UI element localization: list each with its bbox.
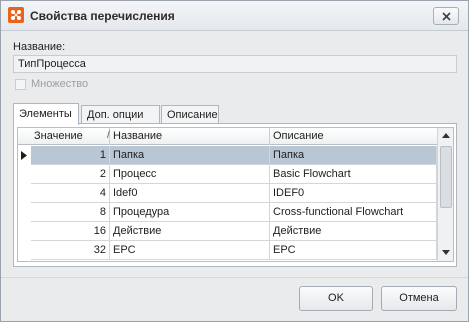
cell-value[interactable]: 8 xyxy=(31,203,110,222)
cell-description[interactable]: EPC xyxy=(270,241,437,260)
table-row[interactable]: 32 EPC EPC xyxy=(18,241,437,260)
window-title: Свойства перечисления xyxy=(30,9,175,23)
scroll-up-button[interactable] xyxy=(438,128,454,144)
cell-value[interactable]: 2 xyxy=(31,165,110,184)
title-bar: Свойства перечисления xyxy=(1,1,468,31)
settings-dots-icon xyxy=(8,7,24,23)
tab-elements[interactable]: Элементы xyxy=(13,103,79,125)
cell-name[interactable]: Процесс xyxy=(110,165,270,184)
column-header-value-label: Значение xyxy=(34,130,83,142)
cell-name[interactable]: Действие xyxy=(110,222,270,241)
scroll-thumb[interactable] xyxy=(440,146,452,208)
cell-description[interactable]: Папка xyxy=(270,146,437,165)
table-row[interactable]: 16 Действие Действие xyxy=(18,222,437,241)
cell-name[interactable]: Процедура xyxy=(110,203,270,222)
cell-value[interactable]: 32 xyxy=(31,241,110,260)
cell-description[interactable]: Действие xyxy=(270,222,437,241)
cell-name[interactable]: EPC xyxy=(110,241,270,260)
row-indicator xyxy=(18,241,31,260)
current-row-arrow-icon xyxy=(21,151,27,160)
cell-name[interactable]: Idef0 xyxy=(110,184,270,203)
scroll-down-button[interactable] xyxy=(438,245,454,261)
cell-value[interactable]: 1 xyxy=(31,146,110,165)
ok-button[interactable]: OK xyxy=(299,286,373,311)
name-label: Название: xyxy=(13,41,66,53)
grid-header: Значение / Название Описание xyxy=(18,128,437,145)
arrow-up-icon xyxy=(442,133,450,138)
elements-grid: Значение / Название Описание 1 Папка Пап… xyxy=(17,127,454,262)
footer-divider xyxy=(1,277,468,278)
column-header-name[interactable]: Название xyxy=(110,128,270,145)
cell-value[interactable]: 4 xyxy=(31,184,110,203)
close-icon xyxy=(442,12,451,21)
row-indicator xyxy=(18,203,31,222)
arrow-down-icon xyxy=(442,250,450,255)
tab-extra-options[interactable]: Доп. опции xyxy=(81,105,160,124)
tab-description[interactable]: Описание xyxy=(161,105,219,124)
table-row[interactable]: 2 Процесс Basic Flowchart xyxy=(18,165,437,184)
table-row[interactable]: 4 Idef0 IDEF0 xyxy=(18,184,437,203)
enum-properties-dialog: Свойства перечисления Название: ТипПроце… xyxy=(0,0,469,322)
cell-description[interactable]: Cross-functional Flowchart xyxy=(270,203,437,222)
close-button[interactable] xyxy=(433,7,459,25)
multiset-checkbox[interactable] xyxy=(15,79,26,90)
table-row[interactable]: 1 Папка Папка xyxy=(18,146,437,165)
row-indicator xyxy=(18,165,31,184)
row-indicator xyxy=(18,146,31,165)
cell-description[interactable]: IDEF0 xyxy=(270,184,437,203)
vertical-scrollbar[interactable] xyxy=(437,128,453,261)
cell-name[interactable]: Папка xyxy=(110,146,270,165)
table-row[interactable]: 8 Процедура Cross-functional Flowchart xyxy=(18,203,437,222)
column-header-description[interactable]: Описание xyxy=(270,128,437,145)
row-indicator xyxy=(18,222,31,241)
cancel-button[interactable]: Отмена xyxy=(381,286,457,311)
cell-description[interactable]: Basic Flowchart xyxy=(270,165,437,184)
name-field[interactable]: ТипПроцесса xyxy=(13,55,457,73)
row-indicator xyxy=(18,184,31,203)
multiset-label: Множество xyxy=(31,78,89,90)
column-header-value[interactable]: Значение / xyxy=(31,128,110,145)
cell-value[interactable]: 16 xyxy=(31,222,110,241)
